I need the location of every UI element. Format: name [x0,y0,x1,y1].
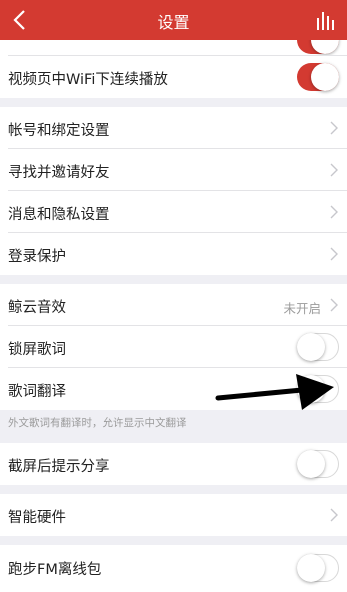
annotation-arrow-icon [215,374,334,410]
row-label: 帐号和绑定设置 [8,123,110,139]
toggle-knob [297,554,325,582]
settings-row-lock-lyrics[interactable]: 锁屏歌词 [0,326,347,368]
settings-row-whale-sound[interactable]: 鲸云音效 未开启 [0,284,347,326]
settings-row-running-fm[interactable]: 跑步FM离线包 [0,545,347,592]
settings-row-wifi-autoplay[interactable]: 视频页中WiFi下连续播放 [0,56,347,98]
settings-row-invite-friends[interactable]: 寻找并邀请好友 [0,149,347,191]
settings-row-login-protection[interactable]: 登录保护 [0,233,347,275]
row-label: 登录保护 [8,249,66,265]
toggle-knob [311,63,339,91]
row-label: 寻找并邀请好友 [8,165,110,181]
chevron-right-icon [330,121,338,135]
screenshot-share-toggle[interactable] [297,450,339,478]
settings-row-smart-hardware[interactable]: 智能硬件 [0,494,347,536]
row-label: 智能硬件 [8,510,66,526]
chevron-right-icon [330,247,338,261]
top-bar: 设置 [0,0,347,40]
whale-sound-status: 未开启 [283,301,321,316]
wifi-autoplay-toggle[interactable] [297,63,339,91]
chevron-right-icon [330,508,338,522]
row-label: 锁屏歌词 [8,342,66,358]
settings-row-screenshot-share[interactable]: 截屏后提示分享 [0,443,347,485]
chevron-right-icon [330,163,338,177]
running-fm-toggle[interactable] [297,554,339,582]
row-label: 歌词翻译 [8,384,66,400]
lock-lyrics-toggle[interactable] [297,333,339,361]
chevron-right-icon [330,298,338,312]
row-label: 截屏后提示分享 [8,459,110,475]
settings-row-account-binding[interactable]: 帐号和绑定设置 [0,107,347,149]
lyrics-translation-hint: 外文歌词有翻译时，允许显示中文翻译 [8,417,187,429]
row-label: 跑步FM离线包 [8,562,102,578]
page-title: 设置 [157,13,190,32]
row-label: 视频页中WiFi下连续播放 [8,72,168,88]
chevron-right-icon [330,205,338,219]
settings-row-message-privacy[interactable]: 消息和隐私设置 [0,191,347,233]
row-label: 鲸云音效 [8,300,66,316]
toggle-knob [297,450,325,478]
toggle-knob [297,333,325,361]
bar-chart-icon[interactable] [315,9,337,31]
row-label: 消息和隐私设置 [8,207,110,223]
